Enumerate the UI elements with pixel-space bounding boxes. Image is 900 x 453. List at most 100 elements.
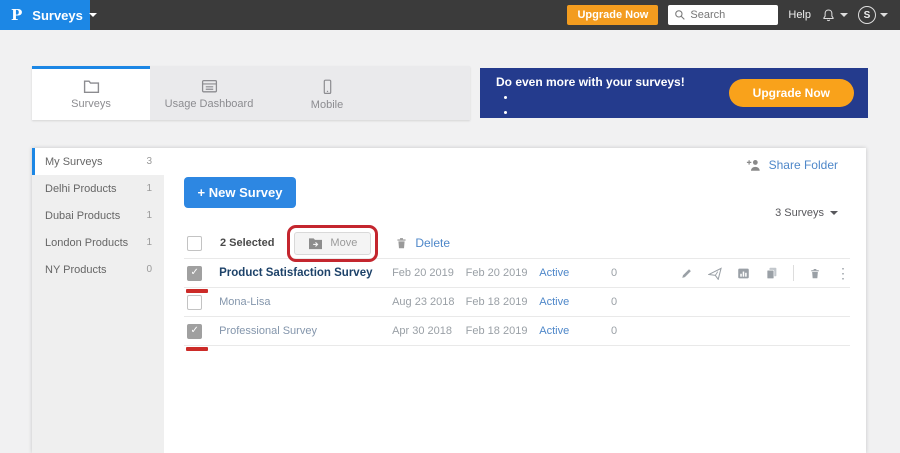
move-button[interactable]: Move: [294, 232, 371, 255]
folder-count: 1: [146, 183, 152, 194]
sidebar-item-delhi-products[interactable]: Delhi Products 1: [32, 175, 164, 202]
folder-count: 1: [146, 237, 152, 248]
responses-count: 0: [611, 267, 680, 279]
folder-name: NY Products: [45, 264, 107, 276]
folders-sidebar: My Surveys 3 Delhi Products 1 Dubai Prod…: [32, 148, 164, 453]
folder-count: 0: [146, 264, 152, 275]
tab-label: Surveys: [71, 98, 111, 110]
chevron-down-icon: [830, 211, 838, 215]
search-icon: [674, 9, 686, 21]
sidebar-item-ny-products[interactable]: NY Products 0: [32, 256, 164, 283]
modified-date: Feb 20 2019: [466, 267, 540, 279]
survey-title-link[interactable]: Product Satisfaction Survey: [217, 267, 392, 279]
main-panel: My Surveys 3 Delhi Products 1 Dubai Prod…: [32, 148, 866, 453]
tab-surveys[interactable]: Surveys: [32, 66, 150, 120]
surveys-content: Share Folder + New Survey 3 Surveys 2 Se…: [164, 148, 866, 453]
survey-rows: Product Satisfaction Survey Feb 20 2019 …: [184, 259, 850, 346]
paper-plane-icon: [708, 267, 722, 280]
survey-row: Mona-Lisa Aug 23 2018 Feb 18 2019 Active…: [184, 288, 850, 317]
bar-chart-icon: [737, 267, 750, 280]
survey-title-link[interactable]: Mona-Lisa: [217, 296, 392, 308]
actions-divider: [793, 265, 794, 281]
move-button-wrap: Move: [294, 232, 371, 255]
created-date: Apr 30 2018: [392, 325, 466, 337]
modified-date: Feb 18 2019: [466, 325, 540, 337]
survey-title-link[interactable]: Professional Survey: [217, 325, 392, 337]
status-link[interactable]: Active: [539, 325, 611, 337]
row-check-cell: [184, 295, 217, 310]
edit-button[interactable]: [680, 267, 693, 280]
upgrade-now-button[interactable]: Upgrade Now: [567, 5, 658, 25]
trash-icon: [809, 267, 821, 280]
delete-button-label: Delete: [415, 236, 450, 250]
new-survey-button[interactable]: + New Survey: [184, 177, 296, 208]
row-check-cell: [184, 266, 217, 281]
folder-name: My Surveys: [45, 156, 102, 168]
notifications-menu[interactable]: [821, 8, 848, 23]
responses-count: 0: [611, 296, 680, 308]
chevron-down-icon: [89, 13, 97, 17]
help-link[interactable]: Help: [788, 9, 811, 21]
more-options-button[interactable]: ⋮: [836, 266, 850, 280]
row-check-cell: [184, 324, 217, 339]
row-actions: ⋮: [680, 265, 850, 281]
row-checkbox[interactable]: [187, 324, 202, 339]
tab-label: Usage Dashboard: [165, 98, 254, 110]
share-folder-button[interactable]: Share Folder: [746, 158, 838, 172]
row-delete-button[interactable]: [809, 267, 821, 280]
chevron-down-icon: [880, 13, 888, 17]
responses-count: 0: [611, 325, 680, 337]
surveys-table: 2 Selected Move Delete Product Satis: [184, 228, 850, 346]
status-link[interactable]: Active: [539, 296, 611, 308]
selected-count-label: 2 Selected: [220, 237, 274, 249]
sidebar-item-my-surveys[interactable]: My Surveys 3: [32, 148, 164, 175]
folder-icon: [83, 79, 100, 94]
trash-icon: [395, 236, 408, 250]
status-link[interactable]: Active: [539, 267, 611, 279]
tab-usage-dashboard[interactable]: Usage Dashboard: [150, 66, 268, 120]
modified-date: Feb 18 2019: [466, 296, 540, 308]
send-button[interactable]: [708, 267, 722, 280]
tab-label: Mobile: [311, 99, 343, 111]
folder-name: Dubai Products: [45, 210, 120, 222]
delete-button[interactable]: Delete: [395, 236, 450, 250]
app-logo-menu[interactable]: P Surveys: [0, 0, 90, 30]
account-menu[interactable]: S: [858, 6, 888, 24]
selection-bar: 2 Selected Move Delete: [184, 228, 850, 259]
folder-name: Delhi Products: [45, 183, 117, 195]
app-switcher[interactable]: Surveys: [32, 8, 97, 23]
surveys-count-dropdown[interactable]: 3 Surveys: [775, 207, 838, 219]
sidebar-item-dubai-products[interactable]: Dubai Products 1: [32, 202, 164, 229]
top-bar: P Surveys Upgrade Now Help S: [0, 0, 900, 30]
move-button-label: Move: [330, 237, 357, 249]
topbar-actions: Upgrade Now Help S: [567, 5, 900, 25]
surveys-count-label: 3 Surveys: [775, 207, 824, 219]
tab-mobile[interactable]: Mobile: [268, 66, 386, 120]
brand-logo: P: [11, 6, 22, 24]
duplicate-button[interactable]: [765, 266, 778, 280]
promo-banner: Do even more with your surveys! Upgrade …: [480, 68, 868, 118]
reports-button[interactable]: [737, 267, 750, 280]
search-input[interactable]: [690, 9, 770, 21]
mobile-icon: [320, 79, 335, 95]
copy-icon: [765, 266, 778, 280]
avatar: S: [858, 6, 876, 24]
row-checkbox[interactable]: [187, 295, 202, 310]
search-box[interactable]: [668, 5, 778, 25]
primary-tabs: Surveys Usage Dashboard Mobile: [32, 66, 470, 120]
row-checkbox[interactable]: [187, 266, 202, 281]
select-all-cell: [184, 236, 220, 251]
promo-bullet: [516, 106, 868, 121]
chevron-down-icon: [840, 13, 848, 17]
survey-row: Professional Survey Apr 30 2018 Feb 18 2…: [184, 317, 850, 346]
app-switcher-label: Surveys: [32, 8, 83, 23]
sidebar-item-london-products[interactable]: London Products 1: [32, 229, 164, 256]
folder-count: 3: [146, 156, 152, 167]
banner-upgrade-button[interactable]: Upgrade Now: [729, 79, 854, 107]
created-date: Feb 20 2019: [392, 267, 466, 279]
bell-icon: [821, 8, 836, 23]
pencil-icon: [680, 267, 693, 280]
created-date: Aug 23 2018: [392, 296, 466, 308]
select-all-checkbox[interactable]: [187, 236, 202, 251]
dashboard-icon: [201, 79, 218, 94]
